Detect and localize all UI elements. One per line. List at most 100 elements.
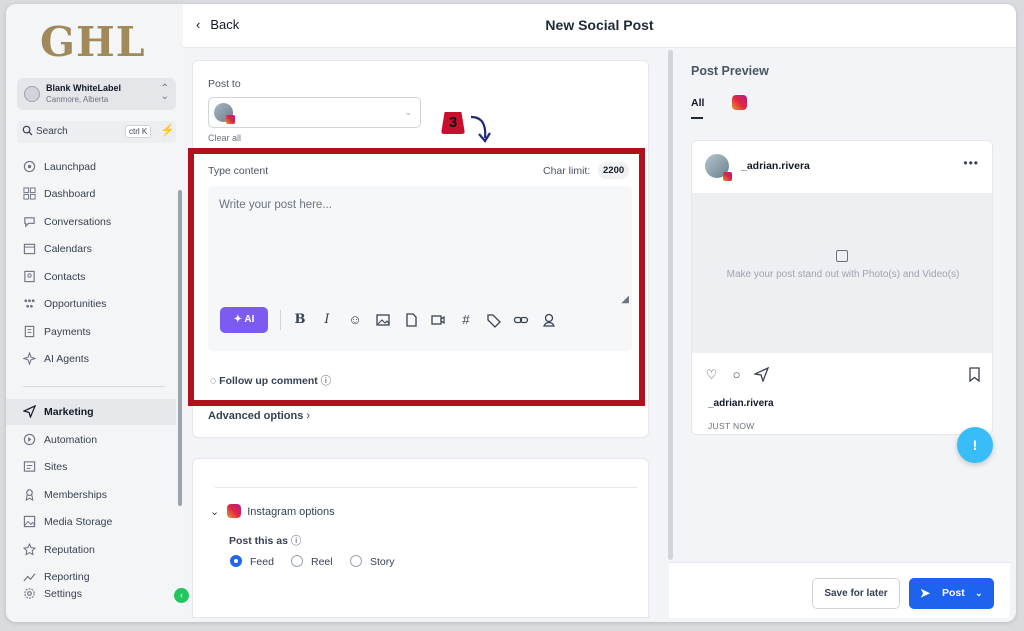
chevron-updown-icon: ⌃ ⌄ bbox=[160, 83, 169, 102]
sidebar-item-opportunities[interactable]: Opportunities bbox=[6, 291, 176, 317]
globe-icon bbox=[23, 461, 36, 472]
chat-icon bbox=[24, 217, 35, 228]
heart-icon: ♡ bbox=[705, 367, 718, 382]
sidebar-item-marketing[interactable]: Marketing bbox=[6, 399, 176, 425]
instagram-options-label: Instagram options bbox=[247, 506, 335, 518]
chevron-left-icon: ‹ bbox=[196, 17, 201, 32]
chevron-down-icon[interactable]: ⌄ bbox=[975, 578, 983, 609]
sidebar-item-label: Launchpad bbox=[44, 161, 96, 173]
step-badge: 3 bbox=[441, 112, 465, 134]
post-as-text: Post this as bbox=[229, 535, 288, 547]
radio-feed[interactable]: Feed bbox=[230, 555, 274, 568]
sidebar-item-launchpad[interactable]: Launchpad bbox=[6, 154, 176, 180]
info-icon: ⓘ bbox=[287, 535, 302, 547]
sidebar-item-label: Memberships bbox=[44, 489, 108, 501]
radio-indicator bbox=[291, 555, 303, 567]
sidebar-item-label: Dashboard bbox=[44, 188, 96, 200]
sidebar-item-sites[interactable]: Sites bbox=[6, 454, 176, 480]
sidebar-item-label: Conversations bbox=[44, 216, 112, 228]
preview-timestamp: JUST NOW bbox=[708, 421, 755, 431]
account-avatar bbox=[24, 86, 40, 102]
feedback-button[interactable]: ! bbox=[957, 427, 993, 463]
sidebar-item-label: Automation bbox=[44, 434, 98, 446]
account-switcher[interactable]: Blank WhiteLabel Canmore, Alberta ⌃ ⌄ bbox=[17, 78, 176, 110]
post-as-label: Post this as ⓘ bbox=[229, 533, 301, 548]
sidebar-item-label: AI Agents bbox=[44, 353, 89, 365]
image-icon bbox=[23, 515, 36, 528]
funnel-icon bbox=[24, 299, 35, 308]
sidebar-item-calendars[interactable]: Calendars bbox=[6, 236, 176, 262]
rocket-icon bbox=[23, 160, 36, 173]
post-label: Post bbox=[942, 587, 965, 599]
sidebar-item-automation[interactable]: Automation bbox=[6, 427, 176, 453]
sidebar-item-label: Calendars bbox=[44, 243, 92, 255]
radio-label: Story bbox=[370, 556, 395, 568]
preview-card: _adrian.rivera ••• Make your post stand … bbox=[691, 140, 993, 435]
automation-icon bbox=[23, 433, 36, 446]
sidebar-item-payments[interactable]: Payments bbox=[6, 319, 176, 345]
comment-icon: ○ bbox=[732, 367, 741, 382]
back-label: Back bbox=[210, 17, 240, 32]
radio-label: Feed bbox=[250, 556, 274, 568]
tab-all[interactable]: All bbox=[691, 97, 704, 109]
save-for-later-button[interactable]: Save for later bbox=[812, 578, 900, 609]
sidebar-item-conversations[interactable]: Conversations bbox=[6, 209, 176, 235]
sidebar-item-reputation[interactable]: Reputation bbox=[6, 537, 176, 563]
account-location: Canmore, Alberta bbox=[46, 95, 109, 104]
clear-all-link[interactable]: Clear all bbox=[208, 133, 241, 143]
advanced-options-toggle[interactable]: Advanced options › bbox=[208, 410, 310, 422]
preview-username: _adrian.rivera bbox=[741, 160, 810, 172]
radio-indicator bbox=[350, 555, 362, 567]
highlight-box bbox=[188, 148, 645, 406]
preview-caption-username: _adrian.rivera bbox=[708, 398, 774, 409]
sidebar-item-label: Opportunities bbox=[44, 298, 107, 310]
share-icon bbox=[754, 367, 769, 382]
bolt-icon[interactable]: ⚡ bbox=[160, 123, 175, 137]
radio-label: Reel bbox=[311, 556, 333, 568]
account-name: Blank WhiteLabel bbox=[46, 83, 122, 93]
advanced-label: Advanced options bbox=[208, 410, 304, 422]
gear-icon bbox=[24, 588, 35, 599]
sparkle-icon bbox=[23, 352, 36, 365]
sidebar-divider bbox=[23, 386, 165, 387]
media-placeholder: Make your post stand out with Photo(s) a… bbox=[692, 193, 992, 353]
sidebar-item-label: Settings bbox=[44, 588, 82, 600]
post-button[interactable]: ➤ Post ⌄ bbox=[909, 578, 994, 609]
radio-story[interactable]: Story bbox=[350, 555, 395, 568]
curved-arrow-icon bbox=[470, 115, 491, 143]
contact-icon bbox=[24, 270, 35, 283]
post-to-label: Post to bbox=[208, 78, 241, 90]
radio-reel[interactable]: Reel bbox=[291, 555, 333, 568]
sidebar-item-settings[interactable]: Settings bbox=[6, 581, 176, 607]
sidebar-item-dashboard[interactable]: Dashboard bbox=[6, 181, 176, 207]
grid-icon bbox=[23, 187, 36, 200]
sidebar-item-memberships[interactable]: Memberships bbox=[6, 482, 176, 508]
tab-instagram-icon[interactable] bbox=[732, 95, 747, 110]
search-shortcut: ctrl K bbox=[125, 125, 152, 138]
panel-scrollbar[interactable] bbox=[668, 50, 673, 560]
calendar-icon bbox=[23, 243, 36, 255]
instagram-options-toggle[interactable]: ⌄ Instagram options bbox=[210, 504, 335, 518]
account-select[interactable]: ⌄ bbox=[208, 97, 421, 128]
preview-title: Post Preview bbox=[691, 64, 769, 78]
chevron-down-icon: ⌄ bbox=[404, 107, 412, 117]
instagram-icon bbox=[723, 172, 732, 181]
sidebar-item-label: Marketing bbox=[44, 406, 94, 418]
page-title: New Social Post bbox=[545, 17, 654, 33]
more-icon[interactable]: ••• bbox=[963, 156, 979, 170]
sidebar-item-contacts[interactable]: Contacts bbox=[6, 264, 176, 290]
sidebar-scrollbar[interactable] bbox=[178, 190, 182, 506]
feedback-icon: ! bbox=[972, 437, 978, 453]
media-hint: Make your post stand out with Photo(s) a… bbox=[726, 269, 960, 280]
collapse-sidebar-button[interactable]: ‹ bbox=[174, 588, 189, 603]
membership-icon bbox=[25, 489, 34, 501]
receipt-icon bbox=[24, 325, 35, 338]
bookmark-icon bbox=[969, 367, 980, 382]
sidebar-item-ai-agents[interactable]: AI Agents bbox=[6, 346, 176, 372]
search-label: Search bbox=[36, 126, 68, 137]
sidebar-item-media-storage[interactable]: Media Storage bbox=[6, 509, 176, 535]
search-bar[interactable]: Search ctrl K ⚡ bbox=[17, 121, 176, 143]
logo: GHL bbox=[40, 18, 146, 66]
radio-indicator bbox=[230, 555, 242, 567]
back-button[interactable]: ‹ Back bbox=[196, 17, 239, 32]
